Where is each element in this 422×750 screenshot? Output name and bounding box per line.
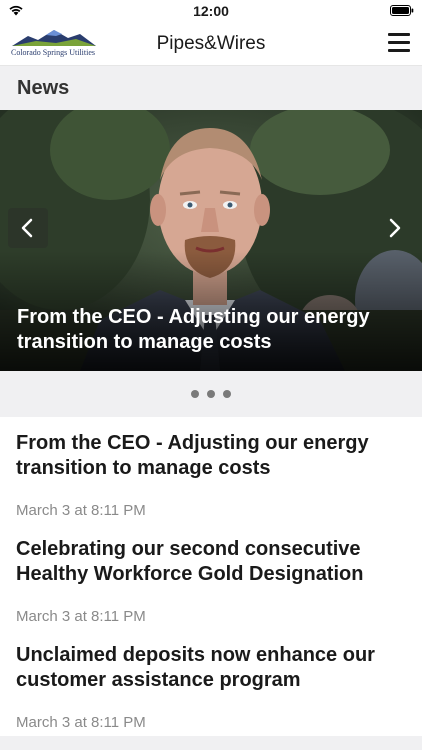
section-header: News [0,66,422,110]
news-headline[interactable]: Celebrating our second consecutive Healt… [16,537,406,587]
news-date: March 3 at 8:11 PM [16,502,146,519]
status-bar: 12:00 [0,0,422,22]
pagination-dot[interactable] [207,390,215,398]
news-item[interactable]: Unclaimed deposits now enhance our custo… [0,643,422,743]
carousel-prev-button[interactable] [8,208,48,248]
pagination-dots [0,390,422,398]
news-date: March 3 at 8:11 PM [16,608,146,625]
chevron-right-icon [389,218,401,238]
news-headline[interactable]: Unclaimed deposits now enhance our custo… [16,643,406,693]
status-time: 12:00 [193,3,229,19]
pagination-dot[interactable] [223,390,231,398]
carousel-caption[interactable]: From the CEO - Adjusting our energy tran… [17,305,392,355]
battery-icon [390,5,414,16]
news-headline[interactable]: From the CEO - Adjusting our energy tran… [16,431,406,481]
nav-bar: Colorado Springs Utilities Pipes&Wires [0,22,422,66]
chevron-left-icon [21,218,33,238]
news-item[interactable]: From the CEO - Adjusting our energy tran… [0,431,422,531]
carousel-next-button[interactable] [374,208,414,248]
featured-carousel[interactable]: From the CEO - Adjusting our energy tran… [0,110,422,371]
carousel-pagination [0,371,422,417]
news-date: March 3 at 8:11 PM [16,714,146,731]
section-title: News [17,77,70,99]
news-item[interactable]: Celebrating our second consecutive Healt… [0,537,422,637]
pagination-dot[interactable] [191,390,199,398]
hamburger-menu-icon[interactable] [388,33,410,53]
app-title: Pipes&Wires [156,33,266,54]
bottom-spacer [0,736,422,750]
